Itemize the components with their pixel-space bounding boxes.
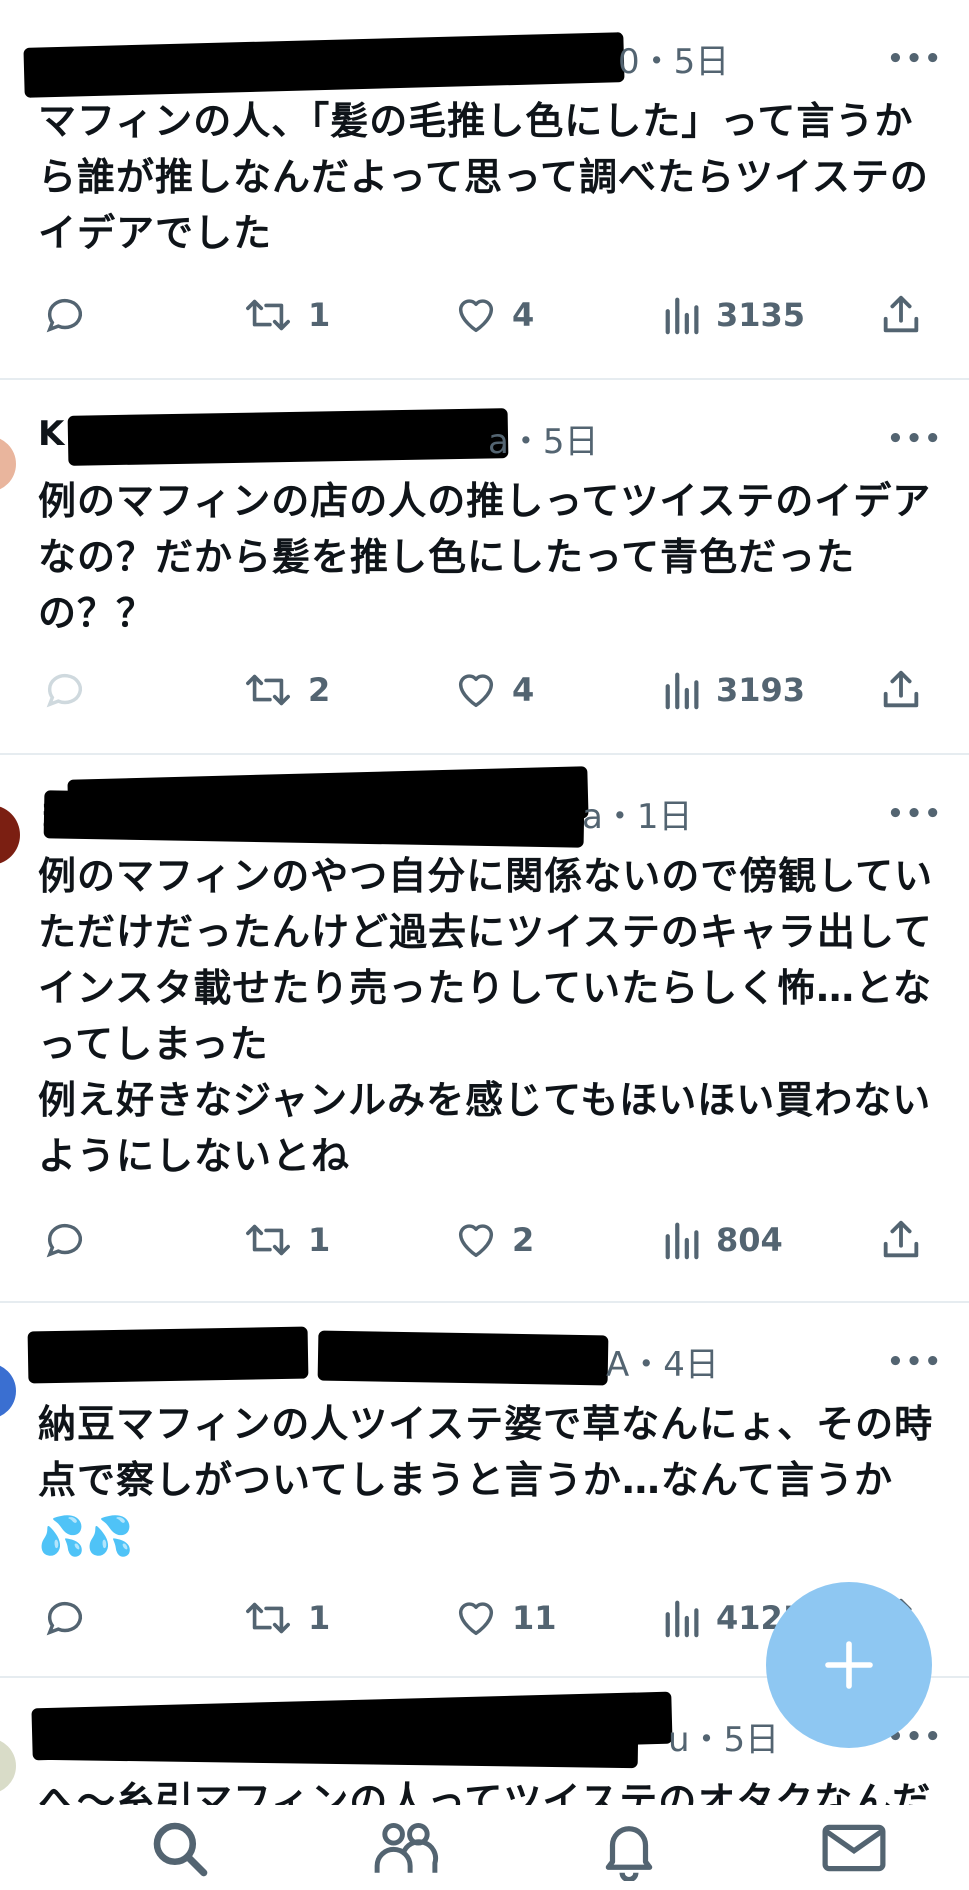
- retweet-count: 1: [308, 1221, 331, 1259]
- like-count: 11: [512, 1599, 557, 1637]
- tweet-time: a・5日: [488, 422, 599, 462]
- tweet-time: A・4日: [606, 1345, 719, 1385]
- share-button[interactable]: [878, 290, 924, 340]
- reply-icon: [46, 1601, 83, 1636]
- like-button[interactable]: 4: [452, 290, 534, 340]
- retweet-count: 2: [308, 671, 331, 709]
- tweet-actions: 2 4 3193: [38, 665, 943, 715]
- avatar[interactable]: [0, 1363, 16, 1419]
- views-count: 3193: [716, 671, 806, 709]
- retweet-count: 1: [308, 296, 331, 334]
- retweet-icon: [246, 674, 290, 706]
- heart-icon: [458, 1224, 494, 1258]
- avatar[interactable]: [0, 805, 20, 865]
- views-icon: [665, 297, 699, 335]
- reply-icon: [46, 298, 83, 333]
- tweet-1[interactable]: 0・5日 ••• マフィンの人、「髪の毛推し色にした」って言うから誰が推しなんだ…: [0, 0, 969, 380]
- like-button[interactable]: 11: [452, 1593, 557, 1643]
- like-count: 2: [512, 1221, 535, 1259]
- reply-icon: [46, 673, 83, 708]
- redacted-username: [43, 790, 585, 848]
- views-icon: [665, 1222, 699, 1260]
- tweet-text: 納豆マフィンの人ツイステ婆で草なんにょ、その時点で察しがついてしまうと言うか…な…: [38, 1402, 934, 1558]
- redacted-username: [67, 408, 509, 466]
- tweet-header: K a・5日: [38, 408, 758, 466]
- retweet-icon: [246, 299, 290, 331]
- views-count: 3135: [716, 296, 806, 334]
- compose-button[interactable]: [766, 1582, 932, 1748]
- retweet-count: 1: [308, 1599, 331, 1637]
- heart-icon: [458, 299, 494, 333]
- heart-icon: [458, 1602, 494, 1636]
- reply-button[interactable]: [42, 290, 100, 340]
- retweet-button[interactable]: 2: [240, 665, 330, 715]
- views-count: 804: [716, 1221, 783, 1259]
- tweet-text: 例のマフィンの店の人の推しってツイステのイデアなの？だから髪を推し色にしたって青…: [38, 479, 932, 635]
- share-icon: [883, 670, 919, 708]
- retweet-icon: [246, 1602, 290, 1634]
- like-count: 4: [512, 671, 535, 709]
- share-button[interactable]: [878, 1215, 924, 1265]
- redacted-username: [37, 1715, 639, 1769]
- more-dots-icon[interactable]: •••: [887, 1347, 943, 1377]
- retweet-icon: [246, 1224, 290, 1256]
- tweet-header: 0・5日: [23, 30, 758, 98]
- reply-button[interactable]: [42, 1215, 100, 1265]
- views-button[interactable]: 804: [662, 1215, 783, 1265]
- reply-button[interactable]: [42, 1593, 100, 1643]
- like-button[interactable]: 2: [452, 1215, 534, 1265]
- like-count: 4: [512, 296, 535, 334]
- views-icon: [665, 672, 699, 710]
- tweet-text: マフィンの人、「髪の毛推し色にした」って言うから誰が推しなんだよって思って調べた…: [38, 99, 929, 255]
- views-button[interactable]: 3193: [662, 665, 805, 715]
- like-button[interactable]: 4: [452, 665, 534, 715]
- plus-icon: [825, 1641, 873, 1689]
- retweet-button[interactable]: 1: [240, 1593, 330, 1643]
- avatar[interactable]: [0, 436, 16, 492]
- tweet-header: A・4日: [27, 1326, 758, 1389]
- tweet-actions: 1 2 804: [38, 1215, 943, 1265]
- share-button[interactable]: [878, 665, 924, 715]
- bell-icon[interactable]: [596, 1815, 662, 1885]
- tweet-2[interactable]: K a・5日 ••• 例のマフィンの店の人の推しってツイステのイデアなの？だから…: [0, 380, 969, 755]
- tweet-time: 0・5日: [618, 42, 730, 82]
- redacted-username: [23, 32, 625, 98]
- share-icon: [883, 1220, 919, 1258]
- more-dots-icon[interactable]: •••: [887, 424, 943, 454]
- redacted-username: [27, 1326, 309, 1384]
- tweet-text: 例のマフィンのやつ自分に関係ないので傍観していただけだったんけど過去にツイステの…: [38, 854, 934, 1178]
- heart-icon: [458, 674, 494, 708]
- more-dots-icon[interactable]: •••: [887, 799, 943, 829]
- tweet-actions: 1 4 3135: [38, 290, 943, 340]
- mail-icon[interactable]: [818, 1815, 890, 1885]
- avatar[interactable]: [0, 1738, 16, 1794]
- tweet-header: u・5日: [31, 1691, 779, 1769]
- tweet-time: a・1日: [582, 797, 693, 837]
- tweet-time: u・5日: [668, 1720, 780, 1760]
- views-button[interactable]: 3135: [662, 290, 805, 340]
- reply-button[interactable]: [42, 665, 100, 715]
- tweet-header: ま a・1日: [38, 766, 758, 848]
- tweet-3[interactable]: ま a・1日 ••• 例のマフィンのやつ自分に関係ないので傍観していただけだった…: [0, 755, 969, 1303]
- retweet-button[interactable]: 1: [240, 1215, 330, 1265]
- retweet-button[interactable]: 1: [240, 290, 330, 340]
- views-icon: [665, 1600, 699, 1638]
- search-icon[interactable]: [146, 1815, 212, 1885]
- more-dots-icon[interactable]: •••: [887, 44, 943, 74]
- bottom-nav: [0, 1805, 969, 1890]
- reply-icon: [46, 1223, 83, 1258]
- redacted-username: [317, 1330, 609, 1386]
- communities-icon[interactable]: [370, 1815, 442, 1885]
- share-icon: [883, 295, 919, 333]
- name-fragment: K: [38, 414, 66, 454]
